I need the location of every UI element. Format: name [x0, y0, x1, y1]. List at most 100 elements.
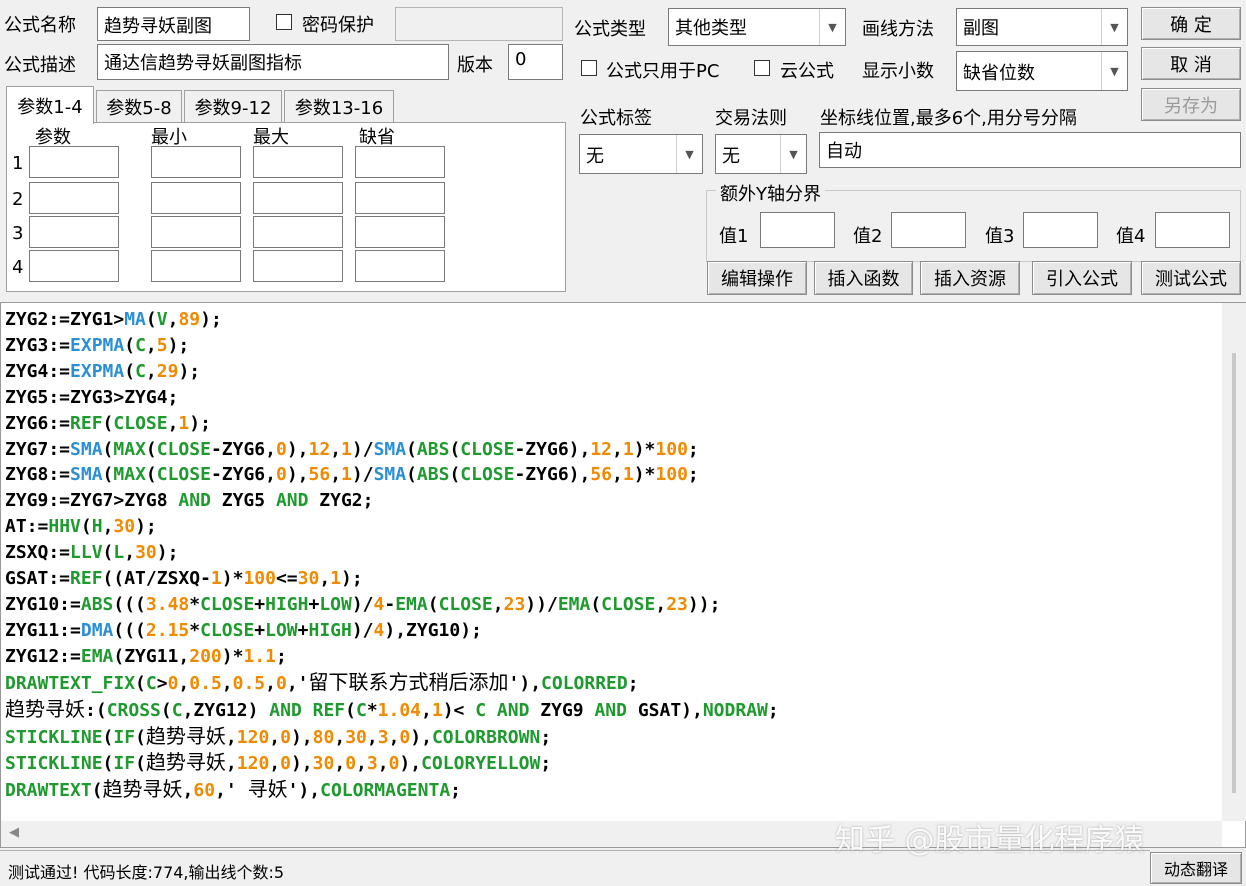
row-number: 3 [12, 223, 24, 244]
tab-params-5-8[interactable]: 参数5-8 [96, 90, 182, 122]
value3-label: 值3 [985, 226, 1015, 247]
param-min-cell[interactable] [151, 250, 241, 282]
insert-function-button[interactable]: 插入函数 [814, 261, 913, 295]
draw-method-select[interactable]: 副图 ▼ [956, 8, 1128, 46]
decimals-value: 缺省位数 [963, 63, 1035, 84]
param-min-cell[interactable] [151, 146, 241, 178]
row-number: 1 [12, 153, 24, 174]
cloud-label: 云公式 [780, 61, 834, 82]
decimals-select[interactable]: 缺省位数 ▼ [956, 51, 1128, 91]
param-name-cell[interactable] [29, 146, 119, 178]
chevron-down-icon: ▼ [1101, 9, 1127, 45]
code-line[interactable]: ZYG7:=SMA(MAX(CLOSE-ZYG6,0),12,1)/SMA(AB… [5, 437, 779, 463]
code-line[interactable]: DRAWTEXT_FIX(C>0,0.5,0.5,0,'留下联系方式稍后添加')… [5, 670, 779, 697]
version-field[interactable]: 0 [508, 44, 563, 80]
row-number: 4 [12, 257, 24, 278]
code-line[interactable]: ZYG5:=ZYG3>ZYG4; [5, 385, 779, 411]
status-bar: 测试通过! 代码长度:774,输出线个数:5 [0, 850, 1150, 886]
param-name-cell[interactable] [29, 182, 119, 214]
formula-type-select[interactable]: 其他类型 ▼ [668, 8, 846, 46]
chevron-down-icon: ▼ [780, 135, 806, 173]
code-line[interactable]: ZYG4:=EXPMA(C,29); [5, 359, 779, 385]
param-min-cell[interactable] [151, 182, 241, 214]
pc-only-checkbox[interactable] [581, 60, 597, 76]
code-line[interactable]: ZYG8:=SMA(MAX(CLOSE-ZYG6,0),56,1)/SMA(AB… [5, 462, 779, 488]
value4-field[interactable] [1155, 212, 1230, 248]
param-max-cell[interactable] [253, 146, 343, 178]
draw-method-value: 副图 [963, 18, 999, 39]
formula-name-field[interactable]: 趋势寻妖副图 [97, 7, 250, 41]
value4-label: 值4 [1116, 226, 1146, 247]
param-default-cell[interactable] [355, 146, 445, 178]
pc-only-label: 公式只用于PC [606, 61, 720, 82]
extra-y-axis-label: 额外Y轴分界 [716, 180, 825, 206]
formula-tag-label: 公式标签 [580, 108, 652, 129]
code-line[interactable]: ZYG6:=REF(CLOSE,1); [5, 411, 779, 437]
formula-tag-value: 无 [586, 146, 604, 167]
ok-button[interactable]: 确 定 [1141, 7, 1241, 40]
import-formula-button[interactable]: 引入公式 [1032, 261, 1132, 295]
formula-desc-label: 公式描述 [4, 55, 76, 76]
chevron-down-icon: ▼ [676, 135, 702, 173]
code-line[interactable]: STICKLINE(IF(趋势寻妖,120,0),30,0,3,0),COLOR… [5, 750, 779, 777]
param-max-cell[interactable] [253, 250, 343, 282]
cloud-checkbox[interactable] [754, 60, 770, 76]
code-line[interactable]: ZYG10:=ABS(((3.48*CLOSE+HIGH+LOW)/4-EMA(… [5, 592, 779, 618]
param-default-cell[interactable] [355, 182, 445, 214]
version-label: 版本 [457, 55, 493, 76]
decimals-label: 显示小数 [862, 61, 934, 82]
chevron-down-icon: ▼ [819, 9, 845, 45]
formula-desc-field[interactable]: 通达信趋势寻妖副图指标 [97, 44, 449, 80]
code-line[interactable]: ZYG9:=ZYG7>ZYG8 AND ZYG5 AND ZYG2; [5, 488, 779, 514]
param-min-cell[interactable] [151, 216, 241, 248]
formula-type-label: 公式类型 [574, 19, 646, 40]
row-number: 2 [12, 189, 24, 210]
trade-rule-select[interactable]: 无 ▼ [715, 134, 807, 174]
code-line[interactable]: 趋势寻妖:(CROSS(C,ZYG12) AND REF(C*1.04,1)< … [5, 697, 779, 724]
code-text[interactable]: ZYG2:=ZYG1>MA(V,89); ZYG3:=EXPMA(C,5); ZYG… [5, 307, 779, 804]
code-line[interactable]: ZYG11:=DMA(((2.15*CLOSE+LOW+HIGH)/4),ZYG… [5, 618, 779, 644]
code-line[interactable]: DRAWTEXT(趋势寻妖,60,' 寻妖'),COLORMAGENTA; [5, 777, 779, 804]
code-line[interactable]: ZYG2:=ZYG1>MA(V,89); [5, 307, 779, 333]
value3-field[interactable] [1023, 212, 1098, 248]
code-line[interactable]: ZSXQ:=LLV(L,30); [5, 540, 779, 566]
test-formula-button[interactable]: 测试公式 [1141, 261, 1241, 295]
value2-label: 值2 [853, 226, 883, 247]
save-as-button[interactable]: 另存为 [1141, 88, 1241, 121]
scroll-left-icon[interactable]: ◀ [9, 825, 19, 840]
value1-label: 值1 [719, 226, 749, 247]
trade-rule-label: 交易法则 [715, 108, 787, 129]
tab-params-9-12[interactable]: 参数9-12 [184, 90, 282, 122]
param-default-cell[interactable] [355, 216, 445, 248]
code-line[interactable]: ZYG12:=EMA(ZYG11,200)*1.1; [5, 644, 779, 670]
param-max-cell[interactable] [253, 182, 343, 214]
insert-resource-button[interactable]: 插入资源 [920, 261, 1020, 295]
code-line[interactable]: GSAT:=REF((AT/ZSXQ-1)*100<=30,1); [5, 566, 779, 592]
code-editor[interactable]: ZYG2:=ZYG1>MA(V,89); ZYG3:=EXPMA(C,5); ZYG… [0, 302, 1246, 848]
formula-name-label: 公式名称 [4, 15, 76, 36]
draw-method-label: 画线方法 [862, 19, 934, 40]
chevron-down-icon: ▼ [1101, 52, 1127, 90]
param-max-cell[interactable] [253, 216, 343, 248]
edit-ops-button[interactable]: 编辑操作 [707, 261, 807, 295]
code-line[interactable]: STICKLINE(IF(趋势寻妖,120,0),80,30,3,0),COLO… [5, 724, 779, 751]
value2-field[interactable] [891, 212, 966, 248]
param-name-cell[interactable] [29, 250, 119, 282]
code-line[interactable]: ZYG3:=EXPMA(C,5); [5, 333, 779, 359]
tab-params-1-4[interactable]: 参数1-4 [6, 86, 94, 124]
params-panel: 参数 最小 最大 缺省 1 2 3 4 [6, 122, 566, 292]
formula-type-value: 其他类型 [675, 18, 747, 39]
formula-tag-select[interactable]: 无 ▼ [579, 134, 703, 174]
value1-field[interactable] [760, 212, 835, 248]
param-name-cell[interactable] [29, 216, 119, 248]
code-line[interactable]: AT:=HHV(H,30); [5, 514, 779, 540]
coord-line-field[interactable]: 自动 [819, 132, 1241, 168]
param-default-cell[interactable] [355, 250, 445, 282]
tab-params-13-16[interactable]: 参数13-16 [284, 90, 394, 122]
scrollbar-thumb[interactable] [1232, 353, 1236, 793]
vertical-scrollbar[interactable] [1222, 303, 1246, 821]
cancel-button[interactable]: 取 消 [1141, 47, 1241, 80]
password-field[interactable] [395, 7, 563, 41]
password-checkbox[interactable] [276, 14, 292, 30]
dynamic-translate-button[interactable]: 动态翻译 [1150, 852, 1242, 884]
